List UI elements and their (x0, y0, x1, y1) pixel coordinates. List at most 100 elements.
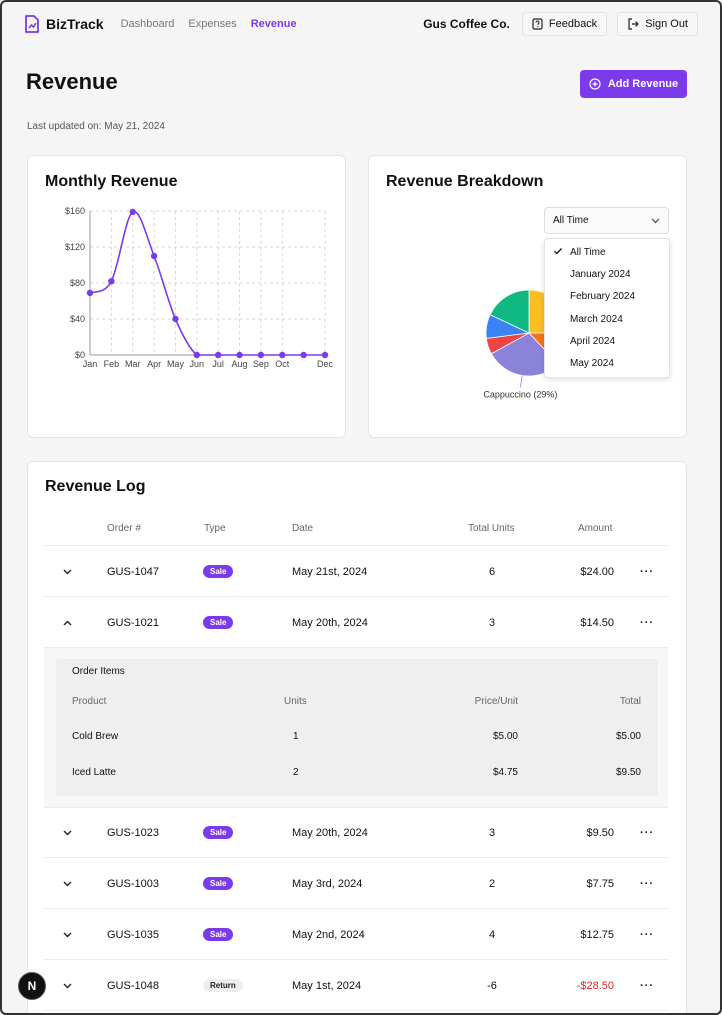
header-type: Type (204, 523, 226, 534)
type-cell: Return (203, 960, 243, 1011)
data-point (108, 278, 115, 285)
option-label: April 2024 (570, 335, 616, 347)
order-date: May 3rd, 2024 (292, 877, 363, 890)
add-revenue-label: Add Revenue (607, 78, 679, 90)
total-units: 3 (488, 826, 496, 839)
chart-file-icon (25, 15, 39, 33)
more-options-icon[interactable]: ··· (640, 909, 654, 960)
data-point (236, 351, 243, 359)
header-total-units: Total Units (468, 523, 515, 534)
type-cell: Sale (203, 597, 234, 648)
check-icon (554, 248, 562, 255)
app-window: BizTrack Dashboard Expenses Revenue Gus … (0, 0, 722, 1015)
amount: $9.50 (586, 826, 614, 839)
data-point (150, 252, 158, 260)
period-select[interactable]: All Time (544, 207, 669, 234)
item-price: $5.00 (492, 731, 518, 742)
feedback-button[interactable]: Feedback (521, 12, 608, 36)
dev-tools-badge[interactable]: N (18, 972, 46, 1000)
data-point (129, 208, 136, 216)
logout-icon (628, 18, 640, 30)
more-options-icon[interactable]: ··· (640, 960, 654, 1011)
table-row[interactable]: GUS-1035 Sale May 2nd, 2024 4 $12.75 ··· (44, 909, 668, 960)
expand-toggle[interactable] (63, 858, 72, 909)
order-items-table: Order Items Product Units Price/Unit Tot… (56, 659, 658, 796)
period-option-march[interactable]: March 2024 (545, 308, 669, 330)
table-row[interactable]: GUS-1047 Sale May 21st, 2024 6 $24.00 ··… (44, 546, 668, 597)
header-amount: Amount (578, 523, 613, 534)
company-name: Gus Coffee Co. (423, 17, 510, 31)
x-tick-label: Sep (253, 359, 269, 369)
y-tick-label: $120 (65, 242, 85, 252)
order-number: GUS-1048 (107, 979, 159, 992)
header-price: Price/Unit (474, 696, 518, 707)
header-product: Product (72, 696, 107, 707)
header-date: Date (292, 523, 314, 534)
chevron-down-icon (63, 983, 72, 988)
revenue-log-card: Revenue Log Order # Type Date Total Unit… (27, 461, 687, 1013)
expand-toggle[interactable] (63, 597, 72, 648)
option-label: March 2024 (570, 313, 623, 325)
more-options-icon[interactable]: ··· (640, 858, 654, 909)
type-badge: Sale (203, 826, 234, 839)
expand-toggle[interactable] (63, 807, 72, 858)
order-date: May 21st, 2024 (292, 565, 368, 578)
expand-toggle[interactable] (63, 960, 72, 1011)
item-product: Iced Latte (72, 767, 116, 778)
period-option-april[interactable]: April 2024 (545, 330, 669, 352)
type-cell: Sale (203, 909, 234, 960)
table-row[interactable]: GUS-1021 Sale May 20th, 2024 3 $14.50 ··… (44, 597, 668, 648)
type-cell: Sale (203, 858, 234, 909)
total-units: 2 (488, 877, 496, 890)
add-revenue-button[interactable]: Add Revenue (580, 70, 687, 98)
feedback-label: Feedback (548, 18, 598, 30)
more-options-icon[interactable]: ··· (640, 807, 654, 858)
amount: $7.75 (586, 877, 614, 890)
order-date: May 2nd, 2024 (292, 928, 365, 941)
expand-toggle[interactable] (63, 909, 72, 960)
period-option-february[interactable]: February 2024 (545, 286, 669, 308)
type-badge: Sale (203, 565, 234, 578)
data-point (214, 351, 222, 359)
nav-links: Dashboard Expenses Revenue (121, 18, 297, 30)
nav-revenue[interactable]: Revenue (251, 18, 297, 30)
period-select-value: All Time (553, 215, 589, 226)
type-badge: Sale (203, 616, 234, 629)
revenue-breakdown-card: Revenue Breakdown Cold Brew (25%)Espress… (368, 155, 687, 438)
type-cell: Sale (203, 807, 234, 858)
x-tick-label: Jan (83, 359, 98, 369)
option-label: January 2024 (570, 268, 631, 280)
item-total: $5.00 (615, 731, 641, 742)
expand-toggle[interactable] (63, 546, 72, 597)
y-tick-label: $160 (65, 206, 85, 216)
x-tick-label: Feb (104, 359, 120, 369)
amount: $24.00 (580, 565, 614, 578)
x-tick-label: May (167, 359, 185, 369)
table-row[interactable]: GUS-1023 Sale May 20th, 2024 3 $9.50 ··· (44, 807, 668, 858)
data-point (193, 351, 201, 359)
header-order: Order # (107, 523, 141, 534)
period-option-all-time[interactable]: All Time (545, 241, 669, 263)
amount: $14.50 (580, 616, 614, 629)
nav-dashboard[interactable]: Dashboard (121, 18, 175, 30)
order-number: GUS-1035 (107, 928, 159, 941)
chevron-down-icon (63, 569, 72, 574)
table-row[interactable]: GUS-1048 Return May 1st, 2024 -6 -$28.50… (44, 960, 668, 1011)
item-price: $4.75 (492, 767, 518, 778)
chevron-down-icon (63, 881, 72, 886)
total-units: 6 (488, 565, 496, 578)
more-options-icon[interactable]: ··· (640, 546, 654, 597)
nav-expenses[interactable]: Expenses (188, 18, 236, 30)
table-row[interactable]: GUS-1003 Sale May 3rd, 2024 2 $7.75 ··· (44, 858, 668, 909)
amount: $12.75 (580, 928, 614, 941)
item-units: 2 (293, 767, 299, 778)
more-options-icon[interactable]: ··· (640, 597, 654, 648)
slice-label: Cappuccino (29%) (483, 389, 557, 399)
logo[interactable]: BizTrack (24, 15, 104, 33)
period-option-may[interactable]: May 2024 (545, 352, 669, 374)
period-option-january[interactable]: January 2024 (545, 263, 669, 285)
chevron-down-icon (63, 830, 72, 835)
signout-button[interactable]: Sign Out (617, 12, 698, 36)
type-badge: Sale (203, 928, 234, 941)
order-items-panel: Order Items Product Units Price/Unit Tot… (44, 648, 668, 808)
